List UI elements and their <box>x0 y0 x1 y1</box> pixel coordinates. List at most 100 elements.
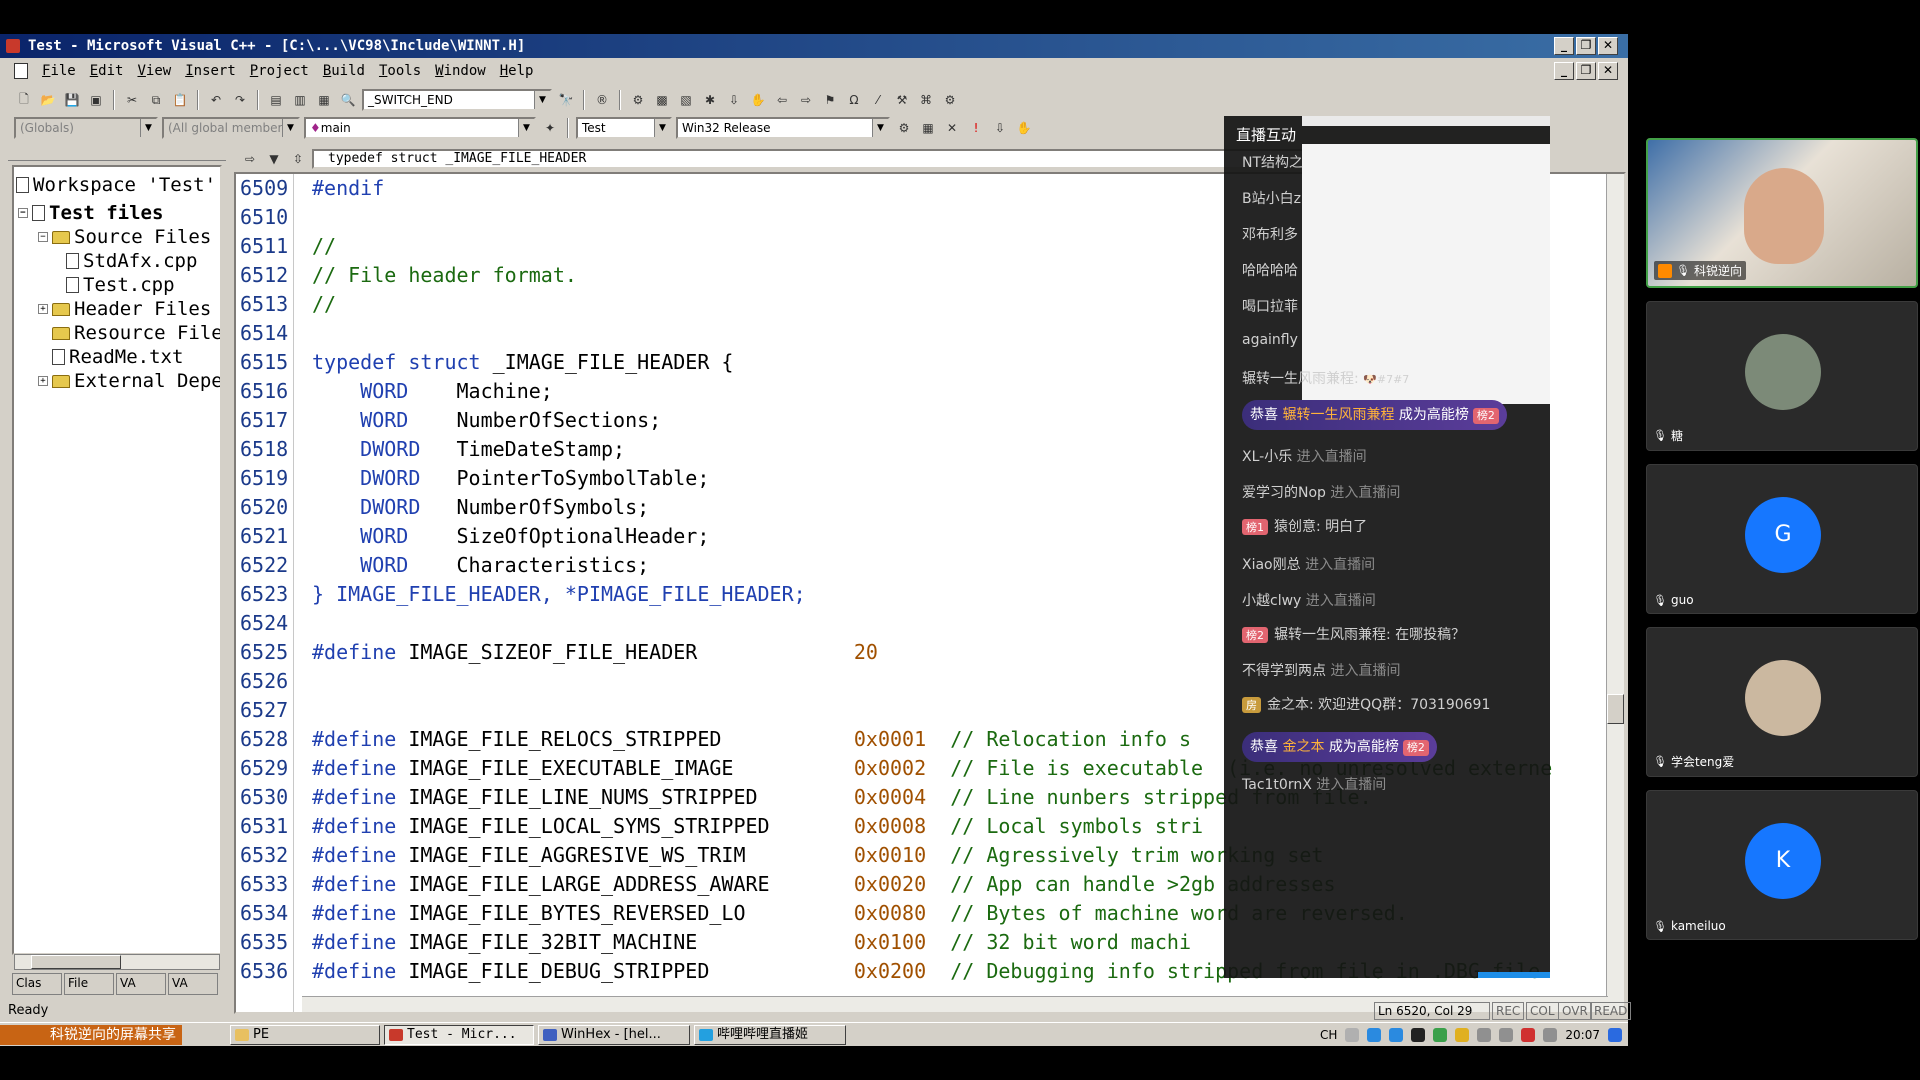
debug-icon[interactable]: ⚒ <box>892 90 912 110</box>
tree-horizontal-scrollbar[interactable] <box>14 954 220 970</box>
tray-display-icon[interactable] <box>1477 1028 1492 1042</box>
expand-icon[interactable]: + <box>38 304 48 314</box>
cut-icon[interactable]: ✂ <box>122 90 142 110</box>
window-list-icon[interactable]: ▦ <box>314 90 334 110</box>
forward-icon[interactable]: ⇨ <box>796 90 816 110</box>
back-icon[interactable]: ⇦ <box>772 90 792 110</box>
find-in-files-icon[interactable]: 🔍 <box>338 90 358 110</box>
scroll-thumb[interactable] <box>1607 694 1624 724</box>
function-combo[interactable]: ♦main ▼ <box>304 117 536 139</box>
scroll-thumb[interactable] <box>31 955 121 969</box>
stop-build-icon[interactable]: ▧ <box>676 90 696 110</box>
nav-dropdown-icon[interactable]: ▼ <box>264 149 284 169</box>
go-debug-icon[interactable]: ⇩ <box>990 118 1010 138</box>
tray-network-icon[interactable] <box>1367 1028 1382 1042</box>
undo-icon[interactable]: ↶ <box>206 90 226 110</box>
stop-icon[interactable]: ✕ <box>942 118 962 138</box>
workspace-header[interactable] <box>8 147 226 161</box>
menu-build[interactable]: Build <box>317 58 371 84</box>
insert-breakpoint-icon[interactable]: ✋ <box>1014 118 1034 138</box>
menu-view[interactable]: View <box>131 58 177 84</box>
compile-file-icon[interactable]: ⚙ <box>894 118 914 138</box>
tray-chat-icon[interactable] <box>1389 1028 1404 1042</box>
tray-alert-icon[interactable] <box>1521 1028 1536 1042</box>
find-combo[interactable]: _SWITCH_END ▼ <box>362 89 552 111</box>
participant-tile[interactable]: 🎙 糖 <box>1646 301 1918 451</box>
maximize-button[interactable]: ❐ <box>1576 37 1596 55</box>
menu-help[interactable]: Help <box>494 58 540 84</box>
paste-icon[interactable]: 📋 <box>170 90 190 110</box>
minimize-button[interactable]: _ <box>1554 37 1574 55</box>
redo-icon[interactable]: ↷ <box>230 90 250 110</box>
window-titlebar[interactable]: Test - Microsoft Visual C++ - [C:\...\VC… <box>0 34 1628 58</box>
open-folder-icon[interactable]: 📂 <box>38 90 58 110</box>
workspace-icon[interactable]: ▤ <box>266 90 286 110</box>
breakpoint-icon[interactable]: ✋ <box>748 90 768 110</box>
wizard-action-icon[interactable]: ✦ <box>540 118 560 138</box>
options-icon[interactable]: ⌘ <box>916 90 936 110</box>
task-pe[interactable]: PE <box>230 1025 380 1045</box>
output-icon[interactable]: ▥ <box>290 90 310 110</box>
task-bilibili[interactable]: 哔哩哔哩直播姬 <box>694 1025 846 1045</box>
participant-tile[interactable]: 🎙 科锐逆向 <box>1646 138 1918 288</box>
screen-share-label[interactable]: 科锐逆向的屏幕共享 <box>0 1025 182 1045</box>
tray-tool-icon[interactable] <box>1499 1028 1514 1042</box>
tray-volume-icon[interactable] <box>1543 1028 1558 1042</box>
spell-icon[interactable]: Ω <box>844 90 864 110</box>
members-combo[interactable]: (All global member ▼ <box>162 117 300 139</box>
nav-toggle-icon[interactable]: ⇳ <box>288 149 308 169</box>
tray-keyboard-icon[interactable] <box>1345 1028 1360 1042</box>
chat-send-button[interactable]: 发送 <box>1478 972 1550 978</box>
participant-tile[interactable]: K 🎙 kameiluo <box>1646 790 1918 940</box>
editor-vertical-scrollbar[interactable] <box>1606 174 1624 1012</box>
compile-icon[interactable]: ⚙ <box>628 90 648 110</box>
participant-tile[interactable]: 🎙 学会teng爱 <box>1646 627 1918 777</box>
expand-icon[interactable]: + <box>38 376 48 386</box>
menu-insert[interactable]: Insert <box>179 58 242 84</box>
tree-workspace[interactable]: Workspace 'Test' <box>16 171 216 199</box>
tab-fileview[interactable]: File <box>64 973 114 995</box>
copy-icon[interactable]: ⧉ <box>146 90 166 110</box>
save-all-icon[interactable]: ▣ <box>86 90 106 110</box>
bookmark-icon[interactable]: ⚑ <box>820 90 840 110</box>
task-vc[interactable]: Test - Micr... <box>384 1025 534 1045</box>
nav-arrow-icon[interactable]: ⇨ <box>240 149 260 169</box>
execute-icon[interactable]: ✱ <box>700 90 720 110</box>
tray-qq-icon[interactable] <box>1411 1028 1426 1042</box>
tray-desktop-icon[interactable] <box>1608 1028 1622 1042</box>
save-icon[interactable]: 💾 <box>62 90 82 110</box>
collapse-icon[interactable]: − <box>38 232 48 242</box>
new-file-icon[interactable]: 🗋 <box>14 90 34 110</box>
project-combo[interactable]: Test ▼ <box>576 117 672 139</box>
registry-icon[interactable]: ® <box>592 90 612 110</box>
find-icon[interactable]: 🔭 <box>556 90 576 110</box>
comment-icon[interactable]: ⁄ <box>868 90 888 110</box>
participant-tile[interactable]: G 🎙 guo <box>1646 464 1918 614</box>
configuration-combo[interactable]: Win32 Release ▼ <box>676 117 890 139</box>
globals-combo[interactable]: (Globals) ▼ <box>14 117 158 139</box>
language-indicator[interactable]: CH <box>1320 1028 1337 1042</box>
tab-va-outline[interactable]: VA <box>168 973 218 995</box>
doc-restore-button[interactable]: ❐ <box>1576 62 1596 80</box>
settings-icon[interactable]: ⚙ <box>940 90 960 110</box>
go-icon[interactable]: ⇩ <box>724 90 744 110</box>
tray-update-icon[interactable] <box>1455 1028 1470 1042</box>
menu-project[interactable]: Project <box>244 58 315 84</box>
menu-tools[interactable]: Tools <box>373 58 427 84</box>
document-icon[interactable] <box>14 63 28 79</box>
doc-close-button[interactable]: ✕ <box>1598 62 1618 80</box>
execute-program-icon[interactable]: ! <box>966 118 986 138</box>
close-button[interactable]: ✕ <box>1598 37 1618 55</box>
tab-classview[interactable]: Clas <box>12 973 62 995</box>
task-winhex[interactable]: WinHex - [hel... <box>538 1025 690 1045</box>
menu-window[interactable]: Window <box>429 58 492 84</box>
tray-security-icon[interactable] <box>1433 1028 1448 1042</box>
menu-edit[interactable]: Edit <box>84 58 130 84</box>
doc-minimize-button[interactable]: _ <box>1554 62 1574 80</box>
build-icon[interactable]: ▩ <box>652 90 672 110</box>
tab-va-view[interactable]: VA <box>116 973 166 995</box>
tree-external-deps[interactable]: + External Depe <box>38 367 220 395</box>
collapse-icon[interactable]: − <box>18 208 28 218</box>
menu-file[interactable]: File <box>36 58 82 84</box>
build-project-icon[interactable]: ▦ <box>918 118 938 138</box>
